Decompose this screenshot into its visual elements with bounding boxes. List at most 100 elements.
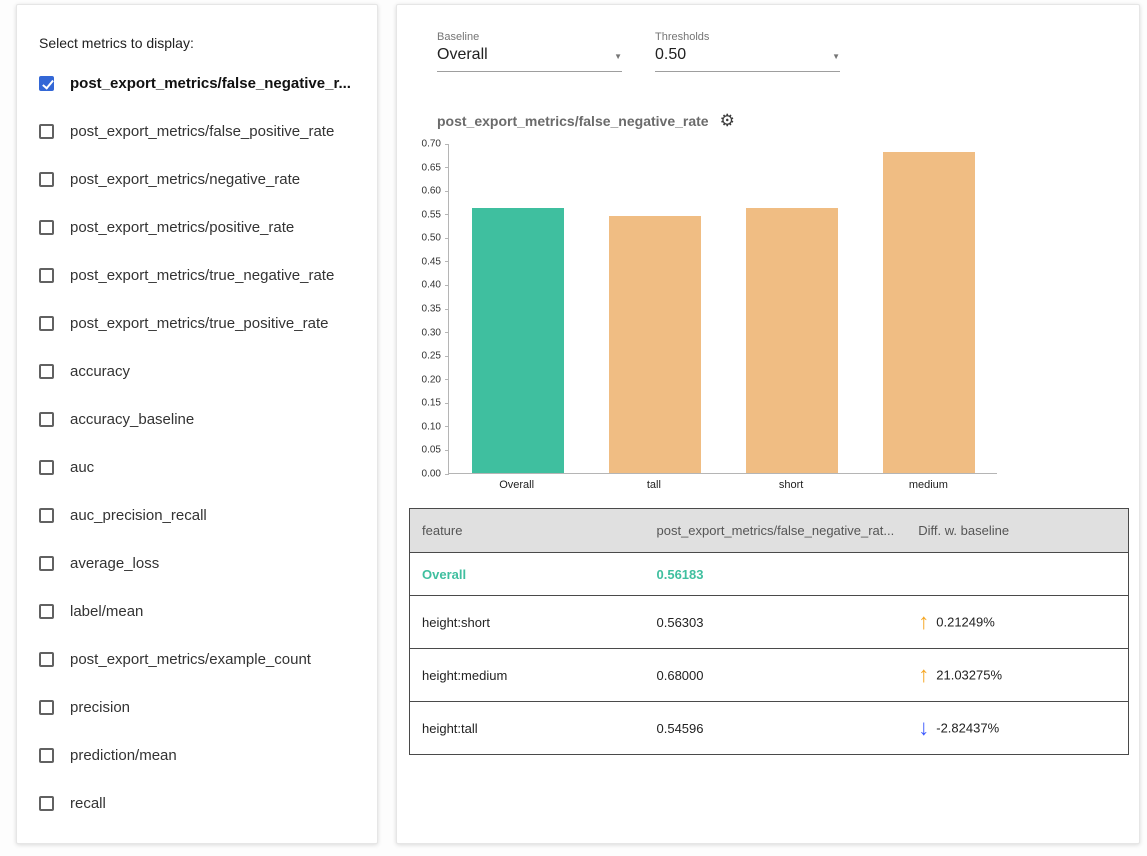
- metric-label: accuracy: [70, 363, 130, 380]
- metric-item[interactable]: precision: [37, 683, 363, 731]
- metric-label: prediction/mean: [70, 747, 177, 764]
- x-axis-label: tall: [647, 479, 661, 491]
- metric-checkbox[interactable]: [39, 76, 54, 91]
- y-axis: 0.000.050.100.150.200.250.300.350.400.45…: [408, 144, 448, 474]
- baseline-select-group: Baseline Overall ▼: [437, 31, 622, 72]
- x-axis-label: short: [779, 479, 803, 491]
- metric-item[interactable]: accuracy: [37, 347, 363, 395]
- metric-label: recall: [70, 795, 106, 812]
- thresholds-label: Thresholds: [655, 31, 840, 43]
- bar-chart: 0.000.050.100.150.200.250.300.350.400.45…: [408, 144, 1128, 492]
- metric-checkbox[interactable]: [39, 652, 54, 667]
- metric-item[interactable]: post_export_metrics/example_count: [37, 635, 363, 683]
- panel-title: Select metrics to display:: [39, 35, 363, 51]
- plot-area: [448, 144, 997, 474]
- down-arrow-icon: ↓: [918, 715, 929, 740]
- chevron-down-icon: ▼: [614, 52, 622, 64]
- table-row: height:short0.56303↑0.21249%: [410, 596, 1129, 649]
- table-head: featurepost_export_metrics/false_negativ…: [410, 509, 1129, 553]
- metric-label: post_export_metrics/positive_rate: [70, 219, 294, 236]
- bar-short[interactable]: [746, 208, 838, 473]
- x-axis-label: medium: [909, 479, 948, 491]
- y-axis-tick-label: 0.10: [422, 421, 441, 432]
- thresholds-select[interactable]: 0.50 ▼: [655, 46, 840, 72]
- table-header-cell: post_export_metrics/false_negative_rat..…: [645, 509, 907, 553]
- y-axis-tick-label: 0.05: [422, 445, 441, 456]
- y-axis-tick: [445, 261, 449, 262]
- metric-checkbox[interactable]: [39, 700, 54, 715]
- metric-item[interactable]: recall: [37, 779, 363, 827]
- metric-checkbox[interactable]: [39, 604, 54, 619]
- metric-checkbox[interactable]: [39, 124, 54, 139]
- table-row: Overall0.56183: [410, 553, 1129, 596]
- metric-checkbox[interactable]: [39, 796, 54, 811]
- metric-checkbox[interactable]: [39, 316, 54, 331]
- metric-item[interactable]: prediction/mean: [37, 731, 363, 779]
- feature-cell: height:medium: [410, 649, 645, 702]
- metric-label: average_loss: [70, 555, 159, 572]
- diff-cell: ↑0.21249%: [906, 596, 1128, 649]
- gear-icon[interactable]: ⚙: [720, 112, 735, 129]
- feature-cell: height:short: [410, 596, 645, 649]
- metric-checkbox[interactable]: [39, 412, 54, 427]
- table-row: height:medium0.68000↑21.03275%: [410, 649, 1129, 702]
- y-axis-tick: [445, 309, 449, 310]
- metric-checkbox[interactable]: [39, 220, 54, 235]
- metric-item[interactable]: post_export_metrics/true_negative_rate: [37, 251, 363, 299]
- metric-checkbox[interactable]: [39, 268, 54, 283]
- metric-selector-panel: Select metrics to display: post_export_m…: [16, 4, 378, 844]
- y-axis-tick-label: 0.45: [422, 256, 441, 267]
- metric-item[interactable]: post_export_metrics/false_positive_rate: [37, 107, 363, 155]
- metric-item[interactable]: post_export_metrics/positive_rate: [37, 203, 363, 251]
- y-axis-tick: [445, 450, 449, 451]
- metric-checkbox[interactable]: [39, 508, 54, 523]
- metric-label: accuracy_baseline: [70, 411, 194, 428]
- y-axis-tick: [445, 285, 449, 286]
- up-arrow-icon: ↑: [918, 662, 929, 687]
- diff-cell: ↓-2.82437%: [906, 702, 1128, 755]
- metrics-table: featurepost_export_metrics/false_negativ…: [409, 508, 1129, 755]
- bar-tall[interactable]: [609, 216, 701, 473]
- y-axis-tick: [445, 332, 449, 333]
- metric-item[interactable]: average_loss: [37, 539, 363, 587]
- baseline-select[interactable]: Overall ▼: [437, 46, 622, 72]
- table-header-cell: Diff. w. baseline: [906, 509, 1128, 553]
- x-axis-label: Overall: [499, 479, 534, 491]
- y-axis-tick-label: 0.65: [422, 162, 441, 173]
- y-axis-tick: [445, 144, 449, 145]
- metric-item[interactable]: auc: [37, 443, 363, 491]
- y-axis-tick-label: 0.70: [422, 139, 441, 150]
- metric-checkbox[interactable]: [39, 364, 54, 379]
- metric-item[interactable]: post_export_metrics/negative_rate: [37, 155, 363, 203]
- chart-header: post_export_metrics/false_negative_rate …: [437, 112, 1128, 129]
- metric-item[interactable]: post_export_metrics/false_negative_r...: [37, 59, 363, 107]
- controls-bar: Baseline Overall ▼ Thresholds 0.50 ▼: [437, 31, 1128, 72]
- diff-cell: ↑21.03275%: [906, 649, 1128, 702]
- value-cell: 0.56183: [645, 553, 907, 596]
- value-cell: 0.56303: [645, 596, 907, 649]
- metric-label: post_export_metrics/true_negative_rate: [70, 267, 334, 284]
- bar-medium[interactable]: [883, 152, 975, 473]
- metric-checkbox[interactable]: [39, 556, 54, 571]
- metric-item[interactable]: post_export_metrics/true_positive_rate: [37, 299, 363, 347]
- metric-checkbox[interactable]: [39, 460, 54, 475]
- y-axis-tick-label: 0.30: [422, 327, 441, 338]
- table-row: height:tall0.54596↓-2.82437%: [410, 702, 1129, 755]
- y-axis-tick-label: 0.55: [422, 209, 441, 220]
- plot-column: Overall tall short medium: [448, 144, 997, 492]
- metric-item[interactable]: auc_precision_recall: [37, 491, 363, 539]
- metric-label: post_export_metrics/false_positive_rate: [70, 123, 334, 140]
- thresholds-value: 0.50: [655, 46, 686, 64]
- bar-overall[interactable]: [472, 208, 564, 473]
- y-axis-tick: [445, 356, 449, 357]
- metric-item[interactable]: label/mean: [37, 587, 363, 635]
- metric-checkbox[interactable]: [39, 748, 54, 763]
- metric-item[interactable]: accuracy_baseline: [37, 395, 363, 443]
- thresholds-select-group: Thresholds 0.50 ▼: [655, 31, 840, 72]
- y-axis-tick: [445, 167, 449, 168]
- table-header-row: featurepost_export_metrics/false_negativ…: [410, 509, 1129, 553]
- baseline-value: Overall: [437, 46, 488, 64]
- metric-label: post_export_metrics/negative_rate: [70, 171, 300, 188]
- metric-checkbox[interactable]: [39, 172, 54, 187]
- y-axis-tick-label: 0.00: [422, 469, 441, 480]
